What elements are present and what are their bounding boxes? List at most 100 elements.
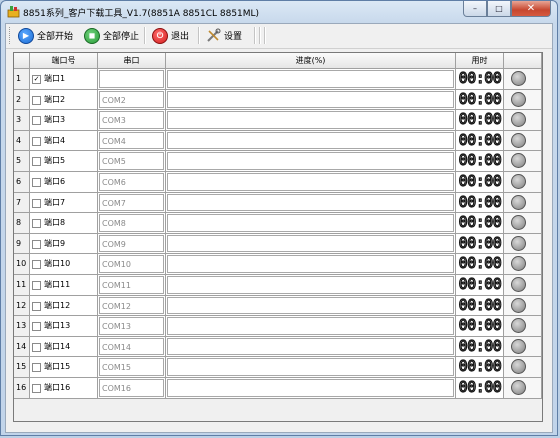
serial-port-field[interactable]: COM14 [99,337,164,356]
progress-bar [167,90,454,109]
elapsed-time: 00:00 [458,336,502,355]
toolbar-separator [198,27,200,44]
row-number[interactable]: 5 [14,151,30,172]
row-number[interactable]: 7 [14,192,30,214]
port-label: 端口3 [44,115,66,125]
row-number[interactable]: 10 [14,254,30,275]
port-checkbox[interactable] [32,157,41,167]
status-cell [504,233,542,255]
elapsed-time: 00:00 [458,316,502,335]
col-header-serial[interactable]: 串口 [98,53,166,69]
port-checkbox[interactable] [32,260,41,270]
col-header-port[interactable]: 端口号 [30,53,98,69]
serial-port-field[interactable]: COM13 [99,317,164,335]
port-checkbox[interactable] [32,219,41,229]
progress-bar [167,276,454,294]
progress-bar [167,255,454,273]
exit-button[interactable]: ⏻ 退出 [152,26,189,45]
title-bar[interactable]: 8851系列_客户下载工具_V1.7(8851A 8851CL 8851ML) … [1,1,557,23]
serial-cell: COM11 [98,275,166,296]
serial-port-field[interactable]: COM7 [99,193,164,212]
row-number[interactable]: 12 [14,295,30,317]
serial-port-field[interactable]: COM3 [99,111,164,129]
serial-port-field[interactable]: COM9 [99,234,164,253]
port-checkbox[interactable] [32,116,41,126]
row-number[interactable]: 11 [14,275,30,296]
serial-port-field[interactable]: COM8 [99,214,164,232]
port-cell: 端口15 [30,357,98,378]
status-cell [504,295,542,317]
serial-port-field[interactable]: COM10 [99,255,164,273]
minimize-button[interactable]: – [463,1,487,17]
port-checkbox[interactable] [32,178,41,187]
serial-port-field[interactable]: COM4 [99,131,164,150]
settings-button[interactable]: 设置 [206,26,242,45]
progress-bar [167,317,454,335]
row-number[interactable]: 14 [14,336,30,358]
power-icon: ⏻ [152,27,168,44]
port-label: 端口9 [44,238,66,248]
table-row: 8 端口8 COM8 00:00 [14,213,542,234]
elapsed-time: 00:00 [458,233,502,252]
port-checkbox[interactable] [32,239,41,249]
close-button[interactable]: ✕ [511,1,551,17]
port-cell: 端口3 [30,110,98,131]
table-row: 15 端口15 COM15 00:00 [14,357,542,378]
serial-port-field[interactable]: COM15 [99,358,164,376]
serial-port-field[interactable] [99,70,164,88]
play-icon: ▶ [18,27,34,44]
port-checkbox[interactable] [32,363,41,373]
elapsed-time: 00:00 [458,213,502,232]
stop-all-button[interactable]: ◼ 全部停止 [84,26,139,45]
row-number[interactable]: 8 [14,213,30,234]
port-checkbox[interactable] [32,95,41,105]
row-number[interactable]: 16 [14,378,30,399]
start-all-button[interactable]: ▶ 全部开始 [18,26,73,45]
maximize-button[interactable]: □ [487,1,511,17]
port-cell: 端口10 [30,254,98,275]
port-checkbox[interactable] [32,384,41,393]
row-number[interactable]: 6 [14,172,30,193]
port-checkbox[interactable] [32,322,41,332]
toolbar-grip[interactable] [9,27,12,44]
table-row: 4 端口4 COM4 00:00 [14,131,542,152]
port-checkbox[interactable] [32,342,41,352]
port-cell: 端口4 [30,130,98,152]
progress-cell [166,316,456,337]
time-cell: 00:00 [456,234,504,255]
port-checkbox[interactable] [32,281,41,290]
serial-port-field[interactable]: COM5 [99,152,164,170]
progress-bar [167,70,454,88]
port-checkbox[interactable] [32,198,41,208]
progress-cell [166,69,456,90]
elapsed-time: 00:00 [458,130,502,149]
col-header-status[interactable] [504,53,542,69]
row-number[interactable]: 2 [14,89,30,111]
elapsed-time: 00:00 [458,254,502,273]
serial-port-field[interactable]: COM11 [99,276,164,294]
row-number[interactable]: 1 [14,69,30,90]
row-number[interactable]: 3 [14,110,30,131]
elapsed-time: 00:00 [458,172,502,190]
toolbar: ▶ 全部开始 ◼ 全部停止 ⏻ 退出 设置 [6,24,552,49]
row-number[interactable]: 15 [14,357,30,378]
table-row: 1 ✓ 端口1 00:00 [14,69,542,90]
row-number[interactable]: 13 [14,316,30,337]
serial-port-field[interactable]: COM2 [99,90,164,109]
serial-port-field[interactable]: COM12 [99,296,164,315]
progress-cell [166,254,456,275]
row-number[interactable]: 4 [14,130,30,152]
serial-port-field[interactable]: COM6 [99,173,164,191]
col-header-time[interactable]: 用时 [456,53,504,69]
progress-cell [166,89,456,111]
row-number[interactable]: 9 [14,233,30,255]
window-title: 8851系列_客户下载工具_V1.7(8851A 8851CL 8851ML) [23,9,260,19]
port-checkbox[interactable]: ✓ [32,75,41,84]
port-checkbox[interactable] [32,136,41,146]
serial-cell: COM3 [98,110,166,131]
serial-port-field[interactable]: COM16 [99,379,164,397]
port-label: 端口2 [44,94,66,104]
col-header-progress[interactable]: 进度(%) [166,53,456,69]
time-cell: 00:00 [456,337,504,358]
port-checkbox[interactable] [32,301,41,311]
